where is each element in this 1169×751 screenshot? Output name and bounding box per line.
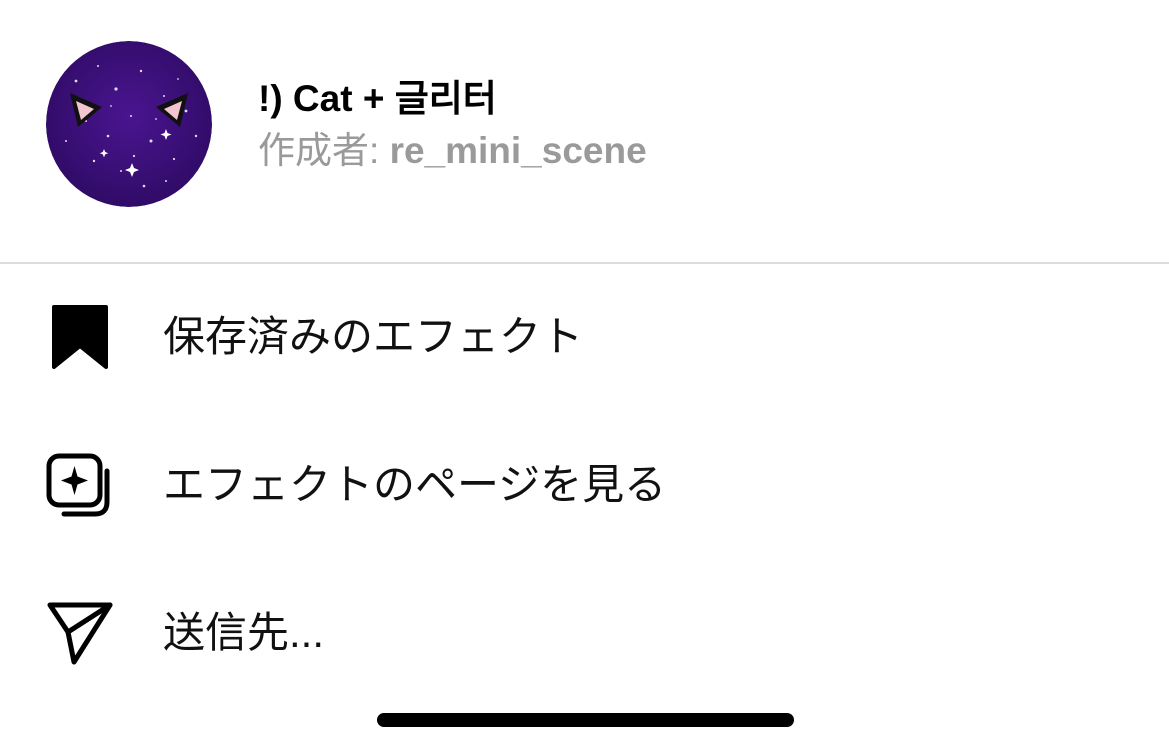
creator-line: 作成者: re_mini_scene (258, 128, 647, 174)
effect-header: !) Cat + 글리터 作成者: re_mini_scene (0, 0, 1169, 262)
avatar-image (46, 41, 212, 207)
divider (0, 262, 1169, 264)
bookmark-icon (44, 305, 116, 369)
effect-title: !) Cat + 글리터 (258, 78, 497, 119)
send-icon (44, 601, 116, 665)
menu-item-label: 保存済みのエフェクト (163, 313, 584, 360)
creator-name[interactable]: re_mini_scene (390, 130, 647, 171)
menu-item-label: 送信先... (163, 609, 325, 656)
effect-page-icon (44, 453, 116, 517)
menu-item-send-to[interactable]: 送信先... (0, 568, 1169, 698)
home-indicator[interactable] (377, 713, 794, 727)
menu-item-label: エフェクトのページを見る (163, 461, 667, 508)
creator-prefix: 作成者: (258, 130, 390, 171)
menu-item-view-effect-page[interactable]: エフェクトのページを見る (0, 420, 1169, 550)
menu-item-saved-effects[interactable]: 保存済みのエフェクト (0, 272, 1169, 402)
effect-avatar[interactable] (46, 41, 212, 207)
